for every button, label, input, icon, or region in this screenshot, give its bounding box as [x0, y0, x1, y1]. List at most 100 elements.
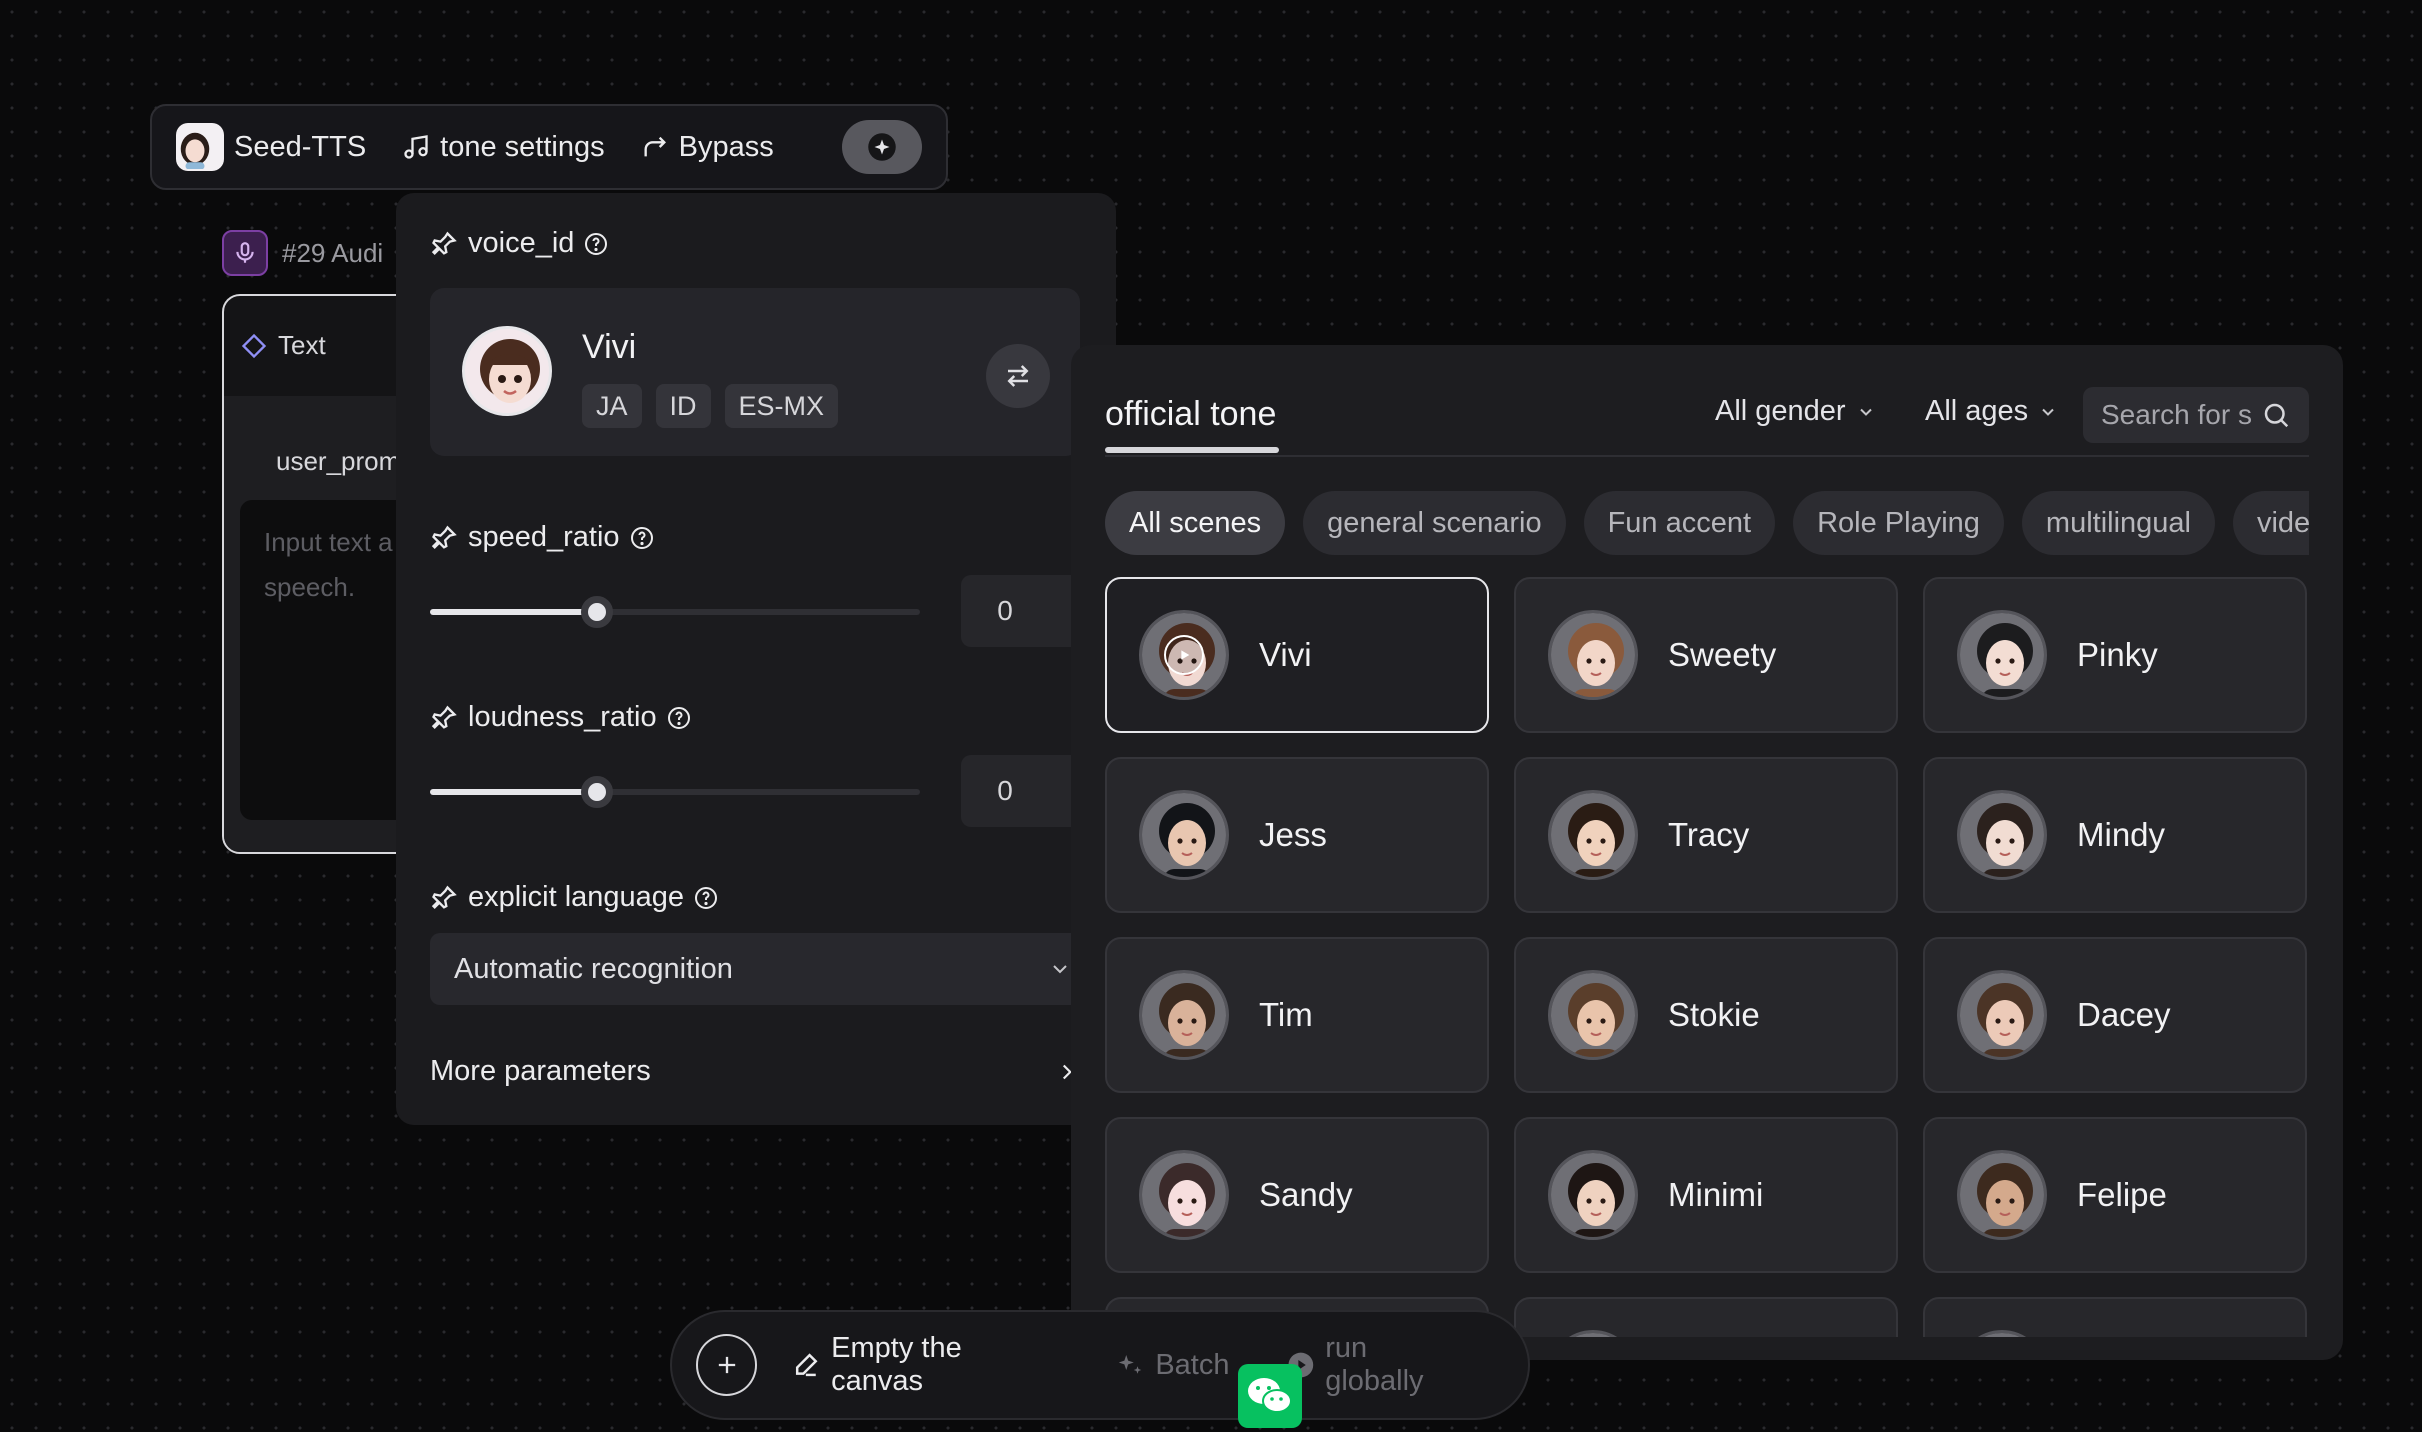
empty-canvas-label: Empty the canvas [831, 1332, 962, 1397]
voice-card[interactable]: Stokie [1514, 937, 1898, 1093]
add-node-button[interactable] [696, 1334, 758, 1396]
active-tab-indicator [1105, 447, 1279, 453]
voice-search-input[interactable] [2101, 399, 2261, 431]
voice-card[interactable]: Felipe [1923, 1117, 2307, 1273]
voice-card[interactable]: Dacey [1923, 937, 2307, 1093]
scene-chip[interactable]: All scenes [1105, 491, 1286, 555]
voice-card[interactable]: Vivi [1105, 577, 1489, 733]
slider-fill [430, 789, 597, 795]
help-icon[interactable] [584, 232, 608, 256]
age-filter-dropdown[interactable]: All ages [1925, 395, 2058, 428]
wechat-icon[interactable] [1238, 1364, 1302, 1428]
bypass-label: Bypass [678, 130, 774, 163]
swap-icon [1007, 365, 1029, 387]
voice-card[interactable]: Pinky [1923, 577, 2307, 733]
scene-filter-chips: All scenes general scenario Fun accent Role… [1105, 491, 2309, 555]
voice-avatar [1139, 610, 1229, 700]
voice-id-label: voice_id [468, 227, 575, 259]
loudness-ratio-label: loudness_ratio [468, 701, 657, 733]
slider-thumb[interactable] [580, 776, 613, 808]
age-filter-label: All ages [1925, 395, 2029, 427]
pin-icon[interactable] [430, 524, 458, 552]
audio-node-title: #29 Audi [222, 230, 383, 276]
tone-settings-label: tone settings [440, 130, 605, 163]
voice-name: Tim [1259, 996, 1313, 1033]
voice-avatar [1139, 970, 1229, 1060]
text-tab[interactable]: Text [240, 330, 326, 361]
scene-chip[interactable]: video [2232, 491, 2309, 555]
plus-icon [718, 1356, 735, 1374]
help-icon[interactable] [694, 886, 718, 910]
loudness-ratio-slider[interactable] [430, 776, 920, 808]
voice-name: Stokie [1668, 996, 1760, 1033]
explicit-language-select[interactable]: Automatic recognition [430, 933, 1110, 1005]
more-parameters-label: More parameters [430, 1055, 651, 1087]
voice-name: Dacey [2077, 996, 2171, 1033]
voice-id-label-row: voice_id [430, 227, 618, 260]
voice-card[interactable]: Tracy [1514, 757, 1898, 913]
voice-card[interactable] [1514, 1297, 1898, 1337]
bypass-icon [644, 136, 666, 157]
node-header: Seed-TTS tone settings Bypass [150, 104, 948, 190]
loudness-ratio-label-row: loudness_ratio [430, 701, 701, 734]
slider-fill [430, 609, 597, 615]
voice-avatar [1548, 610, 1638, 700]
canvas-toolbar: Empty the canvas Batch run globally [670, 1310, 1530, 1420]
help-icon[interactable] [667, 706, 691, 730]
scene-chip[interactable]: general scenario [1303, 491, 1566, 555]
voice-card[interactable]: Sweety [1514, 577, 1898, 733]
play-icon[interactable] [1164, 635, 1204, 675]
sparkle-icon [868, 133, 896, 161]
slider-thumb[interactable] [580, 596, 613, 628]
batch-button[interactable]: Batch [1115, 1348, 1230, 1382]
selected-voice-card[interactable]: Vivi JA ID ES-MX [430, 288, 1080, 456]
user-prompt-input[interactable]: Input text a speech. [240, 500, 420, 820]
voice-name: Sandy [1259, 1176, 1353, 1213]
scene-chip[interactable]: multilingual [2021, 491, 2215, 555]
voice-avatar [1957, 970, 2047, 1060]
pin-icon[interactable] [430, 884, 458, 912]
node-title[interactable]: Seed-TTS [176, 123, 366, 171]
speed-ratio-slider[interactable] [430, 596, 920, 628]
audio-node-label: #29 Audi [282, 237, 384, 268]
pin-icon[interactable] [430, 704, 458, 732]
voice-name: Minimi [1668, 1176, 1764, 1213]
voice-card[interactable]: Tim [1105, 937, 1489, 1093]
run-globally-button[interactable]: run globally [1286, 1332, 1473, 1398]
search-icon[interactable] [2261, 400, 2291, 430]
voice-card[interactable] [1923, 1297, 2307, 1337]
bypass-button[interactable]: Bypass [641, 131, 774, 164]
voice-avatar [1957, 790, 2047, 880]
user-prompt-label: user_prom [276, 446, 401, 476]
gender-filter-dropdown[interactable]: All gender [1715, 395, 1876, 428]
voice-avatar [1957, 1150, 2047, 1240]
voice-name: Vivi [1259, 636, 1312, 673]
pin-icon[interactable] [430, 230, 458, 258]
speed-ratio-label-row: speed_ratio [430, 521, 664, 554]
voice-card[interactable]: Minimi [1514, 1117, 1898, 1273]
tone-settings-button[interactable]: tone settings [402, 130, 605, 164]
voice-avatar [1957, 610, 2047, 700]
audio-node-card: Text user_prom Input text a speech. [222, 294, 422, 854]
batch-label: Batch [1155, 1348, 1230, 1381]
voice-card[interactable]: Mindy [1923, 757, 2307, 913]
parameter-panel: voice_id Vivi JA ID ES-MX speed_ratio 0 … [396, 193, 1116, 1125]
voice-card[interactable]: Sandy [1105, 1117, 1489, 1273]
chevron-down-icon [1053, 965, 1067, 974]
swap-voice-button[interactable] [986, 344, 1050, 408]
scene-chip[interactable]: Role Playing [1793, 491, 2004, 555]
more-parameters-row[interactable]: More parameters [430, 1055, 1080, 1088]
scene-chip[interactable]: Fun accent [1583, 491, 1776, 555]
voice-avatar [1548, 970, 1638, 1060]
voice-card[interactable]: Jess [1105, 757, 1489, 913]
voice-name: Pinky [2077, 636, 2158, 673]
app-name: Seed-TTS [234, 130, 367, 163]
voice-name: Sweety [1668, 636, 1777, 673]
empty-canvas-button[interactable]: Empty the canvas [791, 1332, 1059, 1398]
official-tone-panel: official tone All gender All ages All sc… [1071, 345, 2343, 1360]
language-tag: JA [582, 384, 642, 428]
help-icon[interactable] [630, 526, 654, 550]
run-node-button[interactable] [842, 120, 922, 174]
voice-name: Jess [1259, 816, 1327, 853]
official-tone-tab[interactable]: official tone [1105, 395, 1276, 434]
